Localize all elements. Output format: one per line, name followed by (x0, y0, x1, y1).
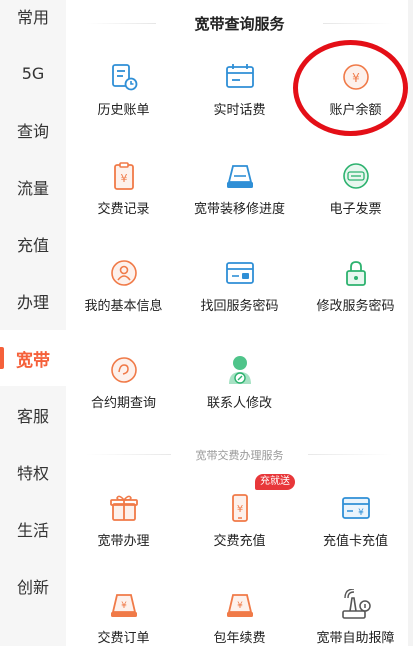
action-pay-recharge[interactable]: ¥ 交费充值 (182, 492, 297, 572)
action-label: 充值卡充值 (322, 534, 388, 549)
service-label: 交费记录 (97, 202, 150, 217)
order-router-icon: ¥ (111, 594, 137, 617)
service-retrieve-password[interactable]: 找回服务密码 (182, 257, 297, 337)
category-sidebar: 常用 5G 查询 流量 充值 办理 宽带 客服 特权 生活 创新 (0, 0, 66, 646)
service-payment-record[interactable]: ¥ 交费记录 (66, 160, 181, 240)
recharge-card-icon: ¥ (342, 497, 370, 519)
service-label: 实时话费 (213, 103, 266, 118)
action-label: 宽带办理 (97, 534, 150, 549)
sidebar-item-recharge[interactable]: 充值 (0, 216, 66, 272)
bill-history-icon (112, 64, 138, 91)
lock-icon (346, 261, 366, 286)
gift-icon (110, 495, 138, 521)
scroll-track (408, 0, 413, 646)
service-label: 账户余额 (329, 103, 382, 118)
service-e-invoice[interactable]: 电子发票 (298, 160, 413, 240)
main-panel: 宽带查询服务 历史账单 实时话费 ¥ 账户余额 ¥ 交费记录 宽带装移修进度 电… (66, 0, 413, 646)
action-self-repair[interactable]: 宽带自助报障 (298, 589, 413, 646)
router-icon (227, 165, 253, 188)
yen-coin-icon: ¥ (343, 64, 369, 90)
action-label: 交费订单 (97, 631, 150, 646)
self-repair-icon (342, 589, 371, 619)
service-account-balance[interactable]: ¥ 账户余额 (298, 61, 413, 141)
svg-text:¥: ¥ (237, 601, 243, 611)
service-contact-edit[interactable]: 联系人修改 (182, 354, 297, 434)
service-history-bill[interactable]: 历史账单 (66, 61, 181, 141)
sidebar-item-service[interactable]: 客服 (0, 387, 66, 443)
service-basic-info[interactable]: 我的基本信息 (66, 257, 181, 337)
password-card-icon (226, 262, 254, 284)
sub-section-title: 宽带交费办理服务 (66, 447, 413, 463)
svg-text:¥: ¥ (352, 71, 360, 85)
action-annual-renew[interactable]: ¥ 包年续费 (182, 589, 297, 646)
sidebar-item-life[interactable]: 生活 (0, 501, 66, 557)
sidebar-item-handle[interactable]: 办理 (0, 273, 66, 329)
service-realtime-fee[interactable]: 实时话费 (182, 61, 297, 141)
service-label: 联系人修改 (206, 396, 272, 411)
sidebar-item-innovation[interactable]: 创新 (0, 558, 66, 614)
sidebar-item-data[interactable]: 流量 (0, 159, 66, 215)
realtime-fee-icon (226, 64, 254, 88)
payment-record-icon: ¥ (114, 162, 134, 190)
action-broadband-apply[interactable]: 宽带办理 (66, 492, 181, 572)
service-label: 我的基本信息 (84, 299, 163, 314)
service-label: 找回服务密码 (200, 299, 279, 314)
sidebar-item-query[interactable]: 查询 (0, 102, 66, 158)
service-change-password[interactable]: 修改服务密码 (298, 257, 413, 337)
service-label: 合约期查询 (90, 396, 156, 411)
svg-text:¥: ¥ (121, 172, 128, 185)
action-label: 交费充值 (213, 534, 266, 549)
sidebar-item-broadband[interactable]: 宽带 (0, 330, 66, 386)
section-title: 宽带查询服务 (66, 13, 413, 34)
service-contract-query[interactable]: 合约期查询 (66, 354, 181, 434)
sidebar-item-5g[interactable]: 5G (0, 45, 66, 101)
contact-edit-icon (229, 356, 251, 384)
e-invoice-icon (343, 163, 369, 189)
promo-badge: 充就送 (255, 474, 295, 490)
action-recharge-card[interactable]: ¥ 充值卡充值 (298, 492, 413, 572)
service-label: 历史账单 (97, 103, 150, 118)
contract-icon (111, 357, 137, 383)
phone-yen-icon: ¥ (232, 494, 248, 522)
service-broadband-progress[interactable]: 宽带装移修进度 (182, 160, 297, 240)
service-label: 电子发票 (329, 202, 382, 217)
service-label: 宽带装移修进度 (193, 202, 285, 217)
svg-text:¥: ¥ (121, 601, 127, 611)
svg-text:¥: ¥ (237, 504, 243, 515)
svg-text:¥: ¥ (358, 508, 364, 518)
action-payment-order[interactable]: ¥ 交费订单 (66, 589, 181, 646)
service-label: 修改服务密码 (316, 299, 395, 314)
sidebar-item-privilege[interactable]: 特权 (0, 444, 66, 500)
annual-renew-icon: ¥ (227, 594, 253, 617)
action-label: 宽带自助报障 (316, 631, 395, 646)
sidebar-item-common[interactable]: 常用 (0, 0, 66, 44)
user-info-icon (111, 260, 137, 286)
action-label: 包年续费 (213, 631, 266, 646)
